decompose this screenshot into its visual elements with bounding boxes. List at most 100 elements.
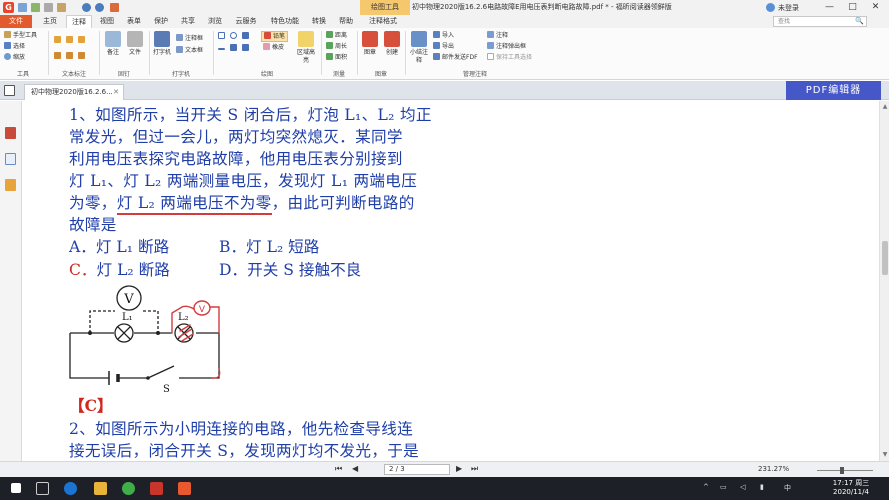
tab-home[interactable]: 主页 [37, 15, 63, 28]
tab-browse[interactable]: 浏览 [203, 15, 227, 28]
zoom-button[interactable]: 缩放 [4, 53, 25, 62]
perimeter-button[interactable]: 周长 [326, 42, 347, 51]
junction-dot-right [156, 331, 160, 335]
scroll-thumb[interactable] [882, 241, 888, 275]
close-button[interactable]: ✕ [864, 0, 887, 15]
task-view-icon[interactable] [36, 482, 49, 495]
tab-comment-format[interactable]: 注释格式 [361, 15, 405, 28]
area-button[interactable]: 面积 [326, 53, 347, 62]
text-markup-strike-button[interactable] [78, 36, 87, 45]
distance-button[interactable]: 距离 [326, 31, 347, 40]
vertical-scrollbar[interactable]: ▲ ▼ [879, 101, 889, 461]
tab-form[interactable]: 表单 [122, 15, 146, 28]
area-highlight-button[interactable]: 区域高亮 [296, 31, 316, 65]
tab-view[interactable]: 视图 [95, 15, 119, 28]
undo-icon[interactable] [82, 3, 91, 12]
callout-icon [176, 34, 183, 41]
tab-protect[interactable]: 保护 [149, 15, 173, 28]
user-login[interactable]: 未登录 [766, 3, 799, 13]
tab-convert[interactable]: 转换 [307, 15, 331, 28]
eraser-button[interactable]: 橡皮 [263, 43, 284, 52]
pencil-button[interactable]: 铅笔 [261, 31, 289, 42]
browser-icon[interactable] [122, 482, 135, 495]
pages-icon[interactable] [5, 153, 16, 165]
tab-comment[interactable]: 注释 [66, 15, 92, 28]
search-input[interactable]: 查找 🔍 [773, 16, 867, 27]
tab-share[interactable]: 共享 [176, 15, 200, 28]
volume-icon[interactable]: ◁ [740, 483, 745, 491]
cloud-shape-button[interactable] [242, 44, 251, 53]
callout-button[interactable]: 注释框 [176, 34, 203, 43]
pdf-editor-button[interactable]: PDF编辑器 [786, 81, 881, 100]
line-shape-button[interactable] [218, 44, 227, 52]
prev-page-button[interactable]: ◀ [352, 464, 358, 473]
text-markup-underline-button[interactable] [66, 36, 75, 45]
page-number-input[interactable]: 2 / 3 [384, 464, 450, 475]
group-separator [213, 31, 214, 75]
office-icon[interactable] [150, 482, 163, 495]
stamp-button[interactable]: 图章 [361, 31, 379, 57]
tab-cloud[interactable]: 云服务 [230, 15, 262, 28]
zoom-level[interactable]: 231.27% [758, 465, 789, 473]
text-markup-replace-button[interactable] [78, 52, 87, 61]
tab-features[interactable]: 特色功能 [266, 15, 304, 28]
summarize-comments-button[interactable]: 小结注释 [409, 31, 429, 65]
hand-tool-button[interactable]: 手型工具 [4, 31, 37, 40]
foxit-reader-taskbar-icon[interactable] [178, 482, 191, 495]
first-page-button[interactable]: ⏮ [335, 464, 342, 474]
textbox-button[interactable]: 文本框 [176, 46, 203, 55]
arrow-shape-button[interactable] [230, 44, 239, 53]
rectangle-shape-button[interactable] [218, 32, 227, 41]
ime-indicator[interactable]: 中 [784, 483, 791, 493]
popup-notes-dropdown[interactable]: 注释弹出框 [487, 42, 526, 51]
hand-icon [4, 31, 11, 38]
tab-file[interactable]: 文件 [0, 15, 32, 28]
polygon-shape-button[interactable] [242, 32, 251, 41]
keep-tool-selected-checkbox[interactable]: 保持工具选择 [487, 53, 532, 62]
print-icon[interactable] [44, 3, 53, 12]
edge-browser-icon[interactable] [64, 482, 77, 495]
text-markup-squiggly-button[interactable] [54, 52, 63, 61]
typewriter-button[interactable]: 打字机 [153, 31, 171, 57]
minimize-button[interactable]: — [818, 0, 841, 15]
open-icon[interactable] [18, 3, 27, 12]
select-button[interactable]: 选择 [4, 42, 25, 51]
comments-dropdown[interactable]: 注释 [487, 31, 508, 40]
bookmark-icon[interactable] [5, 127, 16, 139]
import-button[interactable]: 导入 [433, 31, 454, 40]
email-fdf-button[interactable]: 邮件发送FDF [433, 53, 478, 62]
close-tab-icon[interactable]: ✕ [113, 85, 119, 100]
choice-c: C．灯 L₂ 断路 [69, 258, 170, 280]
context-tab-drawing-tools[interactable]: 绘图工具 [360, 0, 410, 15]
system-clock[interactable]: 17:17 周三 2020/11/4 [816, 479, 886, 497]
ellipse-shape-button[interactable] [230, 32, 239, 41]
battery-icon[interactable]: ▮ [760, 483, 764, 491]
tab-help[interactable]: 帮助 [334, 15, 358, 28]
scroll-down-icon[interactable]: ▼ [880, 451, 889, 458]
file-attach-label: 文件 [128, 49, 141, 56]
new-icon[interactable] [57, 3, 66, 12]
search-icon[interactable]: 🔍 [855, 17, 864, 26]
maximize-button[interactable]: □ [841, 0, 864, 15]
next-page-button[interactable]: ▶ [456, 464, 462, 473]
scroll-up-icon[interactable]: ▲ [880, 103, 889, 110]
home-icon[interactable] [4, 85, 15, 96]
file-attach-button[interactable]: 文件 [126, 31, 144, 57]
file-explorer-icon[interactable] [94, 482, 107, 495]
export-button[interactable]: 导出 [433, 42, 454, 51]
tray-arrow-icon[interactable]: ^ [703, 483, 709, 491]
note-button[interactable]: 备注 [104, 31, 122, 57]
redo-icon[interactable] [95, 3, 104, 12]
comments-panel-icon[interactable] [5, 179, 16, 191]
save-icon[interactable] [31, 3, 40, 12]
network-icon[interactable]: ▭ [720, 483, 727, 491]
zoom-slider[interactable] [817, 467, 873, 474]
text-markup-highlight-button[interactable] [54, 36, 63, 45]
zoom-slider-knob[interactable] [840, 467, 845, 474]
text-markup-insert-button[interactable] [66, 52, 75, 61]
document-tab[interactable]: 初中物理2020版16.2.6... ✕ [24, 84, 124, 100]
last-page-button[interactable]: ⏭ [471, 464, 478, 474]
windows-start-icon[interactable] [11, 483, 21, 493]
create-stamp-button[interactable]: 创建 [383, 31, 401, 57]
quick-tool-icon[interactable] [110, 3, 119, 12]
